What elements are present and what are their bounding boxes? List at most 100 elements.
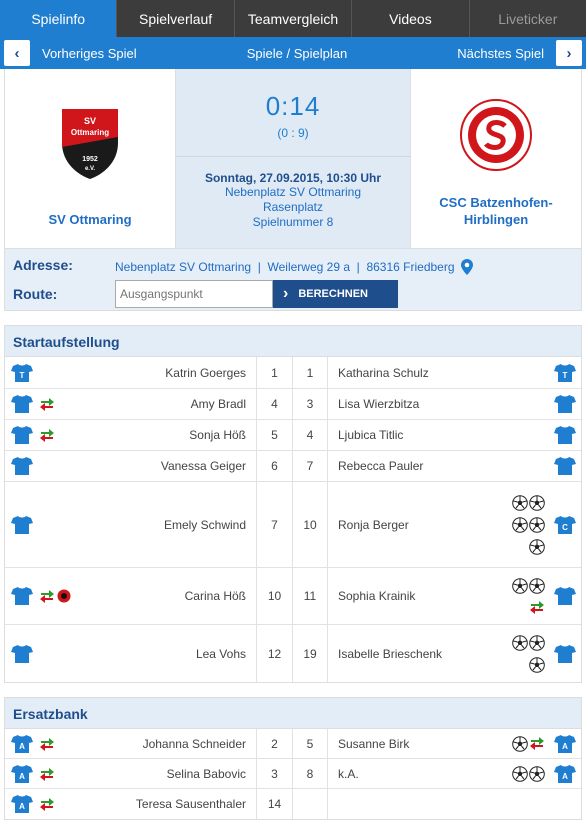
away-jersey-icon: [549, 420, 581, 450]
red-card-icon: [57, 589, 71, 603]
match-date: Sonntag, 27.09.2015, 10:30 Uhr: [204, 171, 382, 185]
tab-bar: Spielinfo Spielverlauf Teamvergleich Videos…: [0, 0, 586, 37]
route-start-input[interactable]: [115, 280, 273, 308]
starting-lineup: Startaufstellung T Katrin Goerges 1 1 Kathar…: [4, 325, 582, 683]
home-shirt-number: 14: [256, 789, 292, 819]
halftime-score: (0 : 9): [277, 126, 309, 140]
home-jersey-icon: A: [5, 789, 39, 819]
home-shirt-number: 4: [256, 389, 292, 419]
player-row: T Katrin Goerges 1 1 Katharina Schulz T: [5, 357, 581, 389]
tab-teamvergleich[interactable]: Teamvergleich: [235, 0, 353, 37]
goal-ball-icon: [512, 634, 528, 651]
svg-text:A: A: [562, 772, 568, 781]
away-player-name[interactable]: Isabelle Brieschenk: [328, 625, 505, 682]
home-player-name[interactable]: Selina Babovic: [79, 759, 256, 788]
previous-match-link[interactable]: ‹ Vorheriges Spiel: [4, 40, 137, 66]
chevron-right-icon: ›: [283, 285, 289, 302]
home-jersey-icon: A: [5, 759, 39, 788]
away-player-name[interactable]: k.A.: [328, 759, 505, 788]
home-jersey-icon: [5, 451, 39, 481]
home-shirt-number: 6: [256, 451, 292, 481]
away-events: [505, 357, 549, 388]
chevron-left-icon[interactable]: ‹: [4, 40, 30, 66]
away-events: [505, 729, 549, 758]
home-logo-text-1: SV: [84, 116, 96, 126]
home-player-name[interactable]: Carina Höß: [79, 568, 256, 624]
goal-ball-icon: [529, 494, 545, 511]
away-events: [505, 389, 549, 419]
home-player-name[interactable]: Lea Vohs: [79, 625, 256, 682]
away-shirt-number: [292, 789, 328, 819]
home-team[interactable]: SV Ottmaring 1952 e.V. SV Ottmaring: [5, 69, 175, 248]
away-shirt-number: 19: [292, 625, 328, 682]
away-jersey-icon: [549, 568, 581, 624]
away-shirt-number: 7: [292, 451, 328, 481]
next-match-link[interactable]: Nächstes Spiel ›: [457, 40, 582, 66]
substitution-icon: [39, 767, 55, 781]
goal-ball-icon: [512, 494, 528, 511]
svg-text:T: T: [563, 371, 568, 380]
substitution-icon: [39, 589, 55, 603]
tab-spielverlauf[interactable]: Spielverlauf: [117, 0, 235, 37]
home-events: [39, 482, 79, 567]
home-shirt-number: 12: [256, 625, 292, 682]
home-shirt-number: 10: [256, 568, 292, 624]
away-player-name[interactable]: Sophia Krainik: [328, 568, 505, 624]
home-shirt-number: 1: [256, 357, 292, 388]
calculate-route-button[interactable]: › BERECHNEN: [273, 280, 398, 308]
home-jersey-icon: [5, 389, 39, 419]
away-player-name[interactable]: [328, 789, 505, 819]
away-player-name[interactable]: Susanne Birk: [328, 729, 505, 758]
away-player-name[interactable]: Lisa Wierzbitza: [328, 389, 505, 419]
away-player-name[interactable]: Ljubica Titlic: [328, 420, 505, 450]
away-player-name[interactable]: Ronja Berger: [328, 482, 505, 567]
divider: [176, 156, 410, 157]
previous-match-label: Vorheriges Spiel: [42, 45, 137, 61]
match-header: SV Ottmaring 1952 e.V. SV Ottmaring 0:14…: [4, 69, 582, 249]
home-player-name[interactable]: Katrin Goerges: [79, 357, 256, 388]
map-pin-icon[interactable]: [460, 259, 473, 275]
substitution-icon: [39, 737, 55, 751]
substitutes-bench: Ersatzbank A Johanna Schneider 2 5 Susanne B…: [4, 697, 582, 820]
away-player-name[interactable]: Katharina Schulz: [328, 357, 505, 388]
away-team[interactable]: CSC Batzenhofen- Hirblingen: [411, 69, 581, 248]
route-label: Route:: [13, 286, 58, 302]
goal-ball-icon: [529, 516, 545, 533]
substitution-icon: [39, 797, 55, 811]
player-row: A Selina Babovic 3 8 k.A. A: [5, 759, 581, 789]
away-player-name[interactable]: Rebecca Pauler: [328, 451, 505, 481]
home-events: [39, 357, 79, 388]
away-events: [505, 568, 549, 624]
svg-text:T: T: [20, 371, 25, 380]
home-events: [39, 389, 79, 419]
chevron-right-icon[interactable]: ›: [555, 40, 582, 66]
goal-ball-icon: [512, 578, 528, 594]
tab-spielinfo[interactable]: Spielinfo: [0, 0, 118, 37]
home-player-name[interactable]: Vanessa Geiger: [79, 451, 256, 481]
section-title: Ersatzbank: [5, 698, 581, 729]
home-player-name[interactable]: Amy Bradl: [79, 389, 256, 419]
address-value[interactable]: Nebenplatz SV Ottmaring | Weilerweg 29 a…: [115, 259, 473, 275]
home-player-name[interactable]: Johanna Schneider: [79, 729, 256, 758]
tab-liveticker: Liveticker: [498, 10, 558, 27]
away-events: [505, 789, 549, 819]
score-panel: 0:14 (0 : 9) Sonntag, 27.09.2015, 10:30 …: [175, 69, 411, 248]
home-player-name[interactable]: Teresa Sausenthaler: [79, 789, 256, 819]
away-shirt-number: 11: [292, 568, 328, 624]
goal-ball-icon: [529, 634, 545, 651]
goal-ball-icon: [512, 516, 528, 533]
home-jersey-icon: [5, 420, 39, 450]
away-events: [505, 451, 549, 481]
home-logo-text-2: Ottmaring: [71, 128, 109, 137]
goal-ball-icon: [529, 765, 545, 782]
home-player-name[interactable]: Emely Schwind: [79, 482, 256, 567]
substitution-icon: [529, 600, 545, 614]
schedule-link[interactable]: Spiele / Spielplan: [247, 46, 347, 61]
away-shirt-number: 1: [292, 357, 328, 388]
home-shirt-number: 3: [256, 759, 292, 788]
tab-videos[interactable]: Videos: [352, 0, 470, 37]
home-player-name[interactable]: Sonja Höß: [79, 420, 256, 450]
address-text: Nebenplatz SV Ottmaring | Weilerweg 29 a…: [115, 260, 455, 274]
player-row: Emely Schwind 7 10 Ronja Berger C: [5, 482, 581, 568]
final-score: 0:14: [265, 91, 321, 121]
